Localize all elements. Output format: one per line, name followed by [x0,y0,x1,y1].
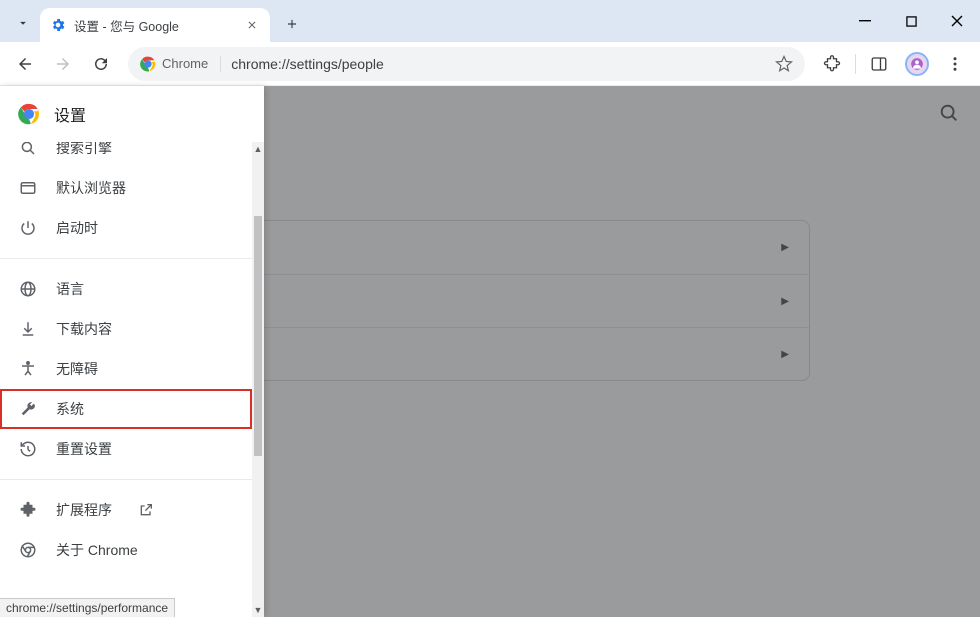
settings-sidebar: 设置 外观 搜索引擎 默认浏览器 启动时 [0,86,264,617]
status-url: chrome://settings/performance [6,601,168,615]
toolbar-separator [855,54,856,74]
browser-icon [18,179,38,197]
avatar-icon [905,52,929,76]
scrollbar-track[interactable] [252,156,264,603]
profile-button[interactable] [900,47,934,81]
sidebar-scrollbar[interactable]: ▲ ▼ [252,142,264,617]
sidebar-item-label: 搜索引擎 [56,142,112,158]
sidebar-item-label: 默认浏览器 [56,178,126,198]
sidebar-item-downloads[interactable]: 下载内容 [0,309,252,349]
window-minimize-button[interactable] [842,0,888,42]
sidebar-list: 外观 搜索引擎 默认浏览器 启动时 语言 [0,142,252,570]
site-chip-label: Chrome [162,56,208,71]
sidebar-divider [0,479,252,480]
tab-title: 设置 - 您与 Google [74,16,179,35]
sidebar-item-on-startup[interactable]: 启动时 [0,208,252,248]
accessibility-icon [18,360,38,378]
sidebar-item-accessibility[interactable]: 无障碍 [0,349,252,389]
puzzle-icon [18,501,38,519]
restore-icon [18,440,38,458]
forward-button[interactable] [46,47,80,81]
scroll-down-icon[interactable]: ▼ [254,603,263,617]
window-close-button[interactable] [934,0,980,42]
menu-button[interactable] [938,47,972,81]
scroll-up-icon[interactable]: ▲ [254,142,263,156]
gear-icon [50,17,66,33]
sidebar-item-label: 下载内容 [56,319,112,339]
sidebar-item-system[interactable]: 系统 [0,389,252,429]
window-maximize-button[interactable] [888,0,934,42]
sidebar-item-label: 无障碍 [56,359,98,379]
back-button[interactable] [8,47,42,81]
scrollbar-thumb[interactable] [254,216,262,456]
external-link-icon [138,502,154,518]
extensions-button[interactable] [815,47,849,81]
sidebar-item-extensions[interactable]: 扩展程序 [0,490,252,530]
sidebar-divider [0,258,252,259]
new-tab-button[interactable] [278,10,306,38]
window-controls [842,0,980,42]
bookmark-star-icon[interactable] [775,55,793,73]
sidebar-scroll-area: 外观 搜索引擎 默认浏览器 启动时 语言 [0,142,264,617]
reload-button[interactable] [84,47,118,81]
chrome-outline-icon [18,541,38,559]
search-icon [18,142,38,157]
browser-tab[interactable]: 设置 - 您与 Google [40,8,270,42]
sidebar-item-search-engine[interactable]: 搜索引擎 [0,142,252,168]
site-chip[interactable]: Chrome [140,56,221,72]
sidebar-item-label: 扩展程序 [56,500,112,520]
sidebar-item-label: 启动时 [56,218,98,238]
sidebar-item-label: 系统 [56,399,84,419]
sidebar-item-label: 语言 [56,279,84,299]
tab-search-button[interactable] [6,6,40,40]
globe-icon [18,280,38,298]
sidepanel-button[interactable] [862,47,896,81]
browser-toolbar: Chrome chrome://settings/people [0,42,980,86]
sidebar-item-label: 关于 Chrome [56,540,138,560]
chrome-logo-icon [18,103,40,125]
content-area: 设置 ▶ gle 服务 ▶ ▶ 设置 [0,86,980,617]
power-icon [18,219,38,237]
download-icon [18,320,38,338]
sidebar-item-default-browser[interactable]: 默认浏览器 [0,168,252,208]
titlebar: 设置 - 您与 Google [0,0,980,42]
omnibox[interactable]: Chrome chrome://settings/people [128,47,805,81]
tab-close-button[interactable] [244,17,260,33]
sidebar-title: 设置 [54,102,86,126]
sidebar-item-reset[interactable]: 重置设置 [0,429,252,469]
sidebar-header: 设置 [0,86,264,142]
sidebar-item-languages[interactable]: 语言 [0,269,252,309]
omnibox-url: chrome://settings/people [231,56,765,72]
status-bar: chrome://settings/performance [0,598,175,617]
sidebar-item-label: 重置设置 [56,439,112,459]
wrench-icon [18,400,38,418]
sidebar-item-about-chrome[interactable]: 关于 Chrome [0,530,252,570]
